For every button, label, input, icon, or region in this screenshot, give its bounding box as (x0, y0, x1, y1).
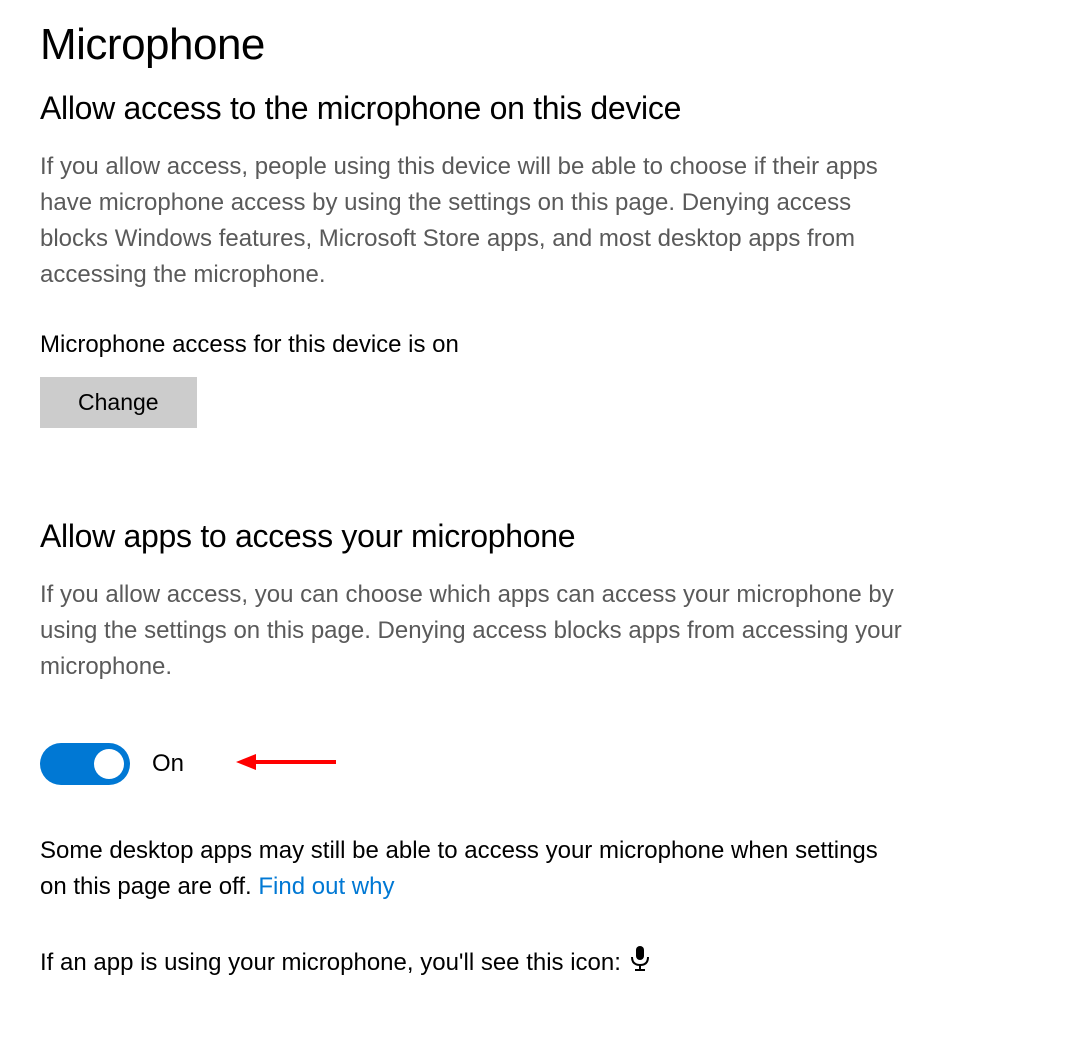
toggle-state-label: On (152, 750, 184, 778)
section1-title: Allow access to the microphone on this d… (40, 90, 1038, 127)
apps-access-toggle[interactable] (40, 743, 130, 785)
section2-description: If you allow access, you can choose whic… (40, 577, 910, 685)
desktop-apps-note: Some desktop apps may still be able to a… (40, 833, 910, 905)
section1-description: If you allow access, people using this d… (40, 149, 910, 293)
change-button[interactable]: Change (40, 377, 197, 428)
arrow-annotation-icon (236, 750, 336, 779)
find-out-why-link[interactable]: Find out why (258, 873, 394, 900)
microphone-icon (629, 945, 651, 980)
icon-note-text: If an app is using your microphone, you'… (40, 949, 621, 977)
device-access-status: Microphone access for this device is on (40, 331, 1038, 359)
desktop-note-text: Some desktop apps may still be able to a… (40, 837, 878, 900)
toggle-knob (94, 749, 124, 779)
section2-title: Allow apps to access your microphone (40, 518, 1038, 555)
apps-access-toggle-row: On (40, 743, 1038, 785)
mic-in-use-note: If an app is using your microphone, you'… (40, 945, 1038, 980)
page-title: Microphone (40, 20, 1038, 70)
